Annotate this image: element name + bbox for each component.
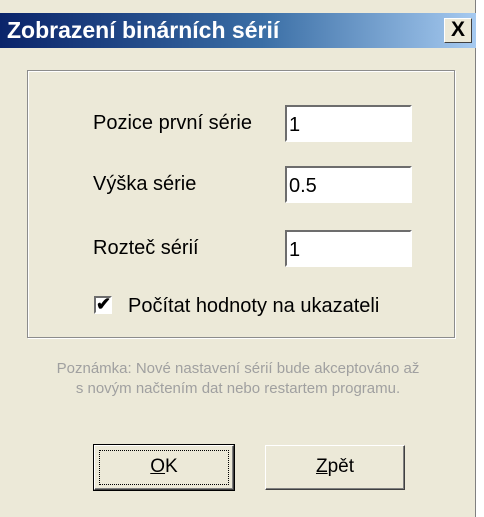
window-title: Zobrazení binárních sérií: [7, 17, 280, 43]
back-button[interactable]: Zpět: [265, 445, 405, 490]
first-series-position-label: Pozice první série: [93, 112, 252, 134]
title-bar[interactable]: Zobrazení binárních sérií X: [0, 13, 476, 48]
ok-button[interactable]: OK: [93, 444, 235, 491]
note-line-2: s novým načtením dat nebo restartem prog…: [75, 380, 401, 397]
close-button[interactable]: X: [444, 18, 472, 43]
checkmark-icon: ✔: [96, 294, 112, 314]
series-spacing-label: Rozteč sérií: [93, 237, 199, 259]
ok-label-rest: K: [165, 456, 178, 477]
ok-mnemonic: O: [150, 456, 166, 477]
dialog-window: Zobrazení binárních sérií X Pozice první…: [0, 0, 476, 517]
series-spacing-input[interactable]: [285, 230, 412, 267]
compute-values-checkbox[interactable]: ✔: [94, 294, 112, 314]
series-height-input[interactable]: [285, 166, 412, 203]
close-icon: X: [450, 18, 465, 41]
first-series-position-input[interactable]: [285, 105, 412, 142]
back-label-rest: pět: [327, 456, 355, 477]
compute-values-label[interactable]: Počítat hodnoty na ukazateli: [128, 294, 379, 318]
series-height-label: Výška série: [93, 173, 197, 195]
back-mnemonic: Z: [315, 456, 328, 477]
note-line-1: Poznámka: Nové nastavení sérií bude akce…: [56, 360, 420, 377]
